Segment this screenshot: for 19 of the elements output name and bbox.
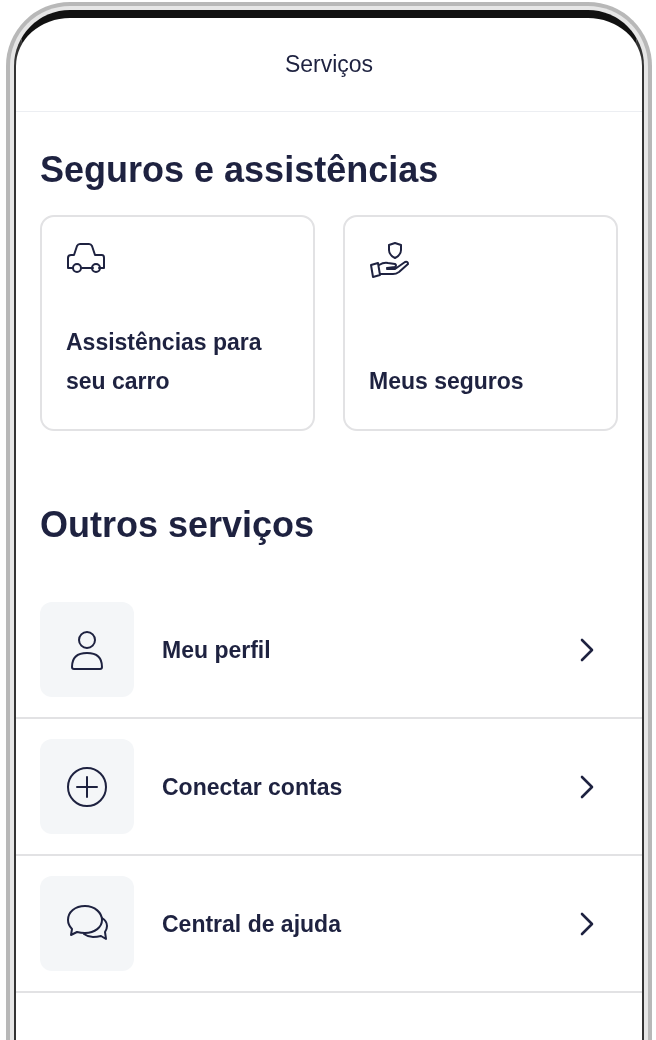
screen-title: Serviços [16,18,642,112]
card-label: Assistências para seu carro [66,328,263,397]
car-icon [66,241,108,276]
list-item[interactable]: Conectar contas [16,719,642,857]
list-item[interactable]: Central de ajuda [16,856,642,994]
chevron-right-icon [580,911,594,936]
item-label: Meu perfil [162,635,272,665]
service-card[interactable]: Assistências para seu carro [40,215,315,432]
plus-circle-icon [66,765,108,808]
card-label: Meus seguros [369,367,525,397]
section-heading: Seguros e assistências [40,148,440,192]
item-label: Central de ajuda [162,909,343,939]
item-label: Conectar contas [162,772,344,802]
list-item[interactable]: Meu perfil [16,582,642,720]
chevron-right-icon [580,774,594,799]
section-heading: Outros serviços [40,503,316,547]
person-icon [69,628,105,671]
chevron-right-icon [580,637,594,662]
service-card[interactable]: Meus seguros [343,215,618,432]
